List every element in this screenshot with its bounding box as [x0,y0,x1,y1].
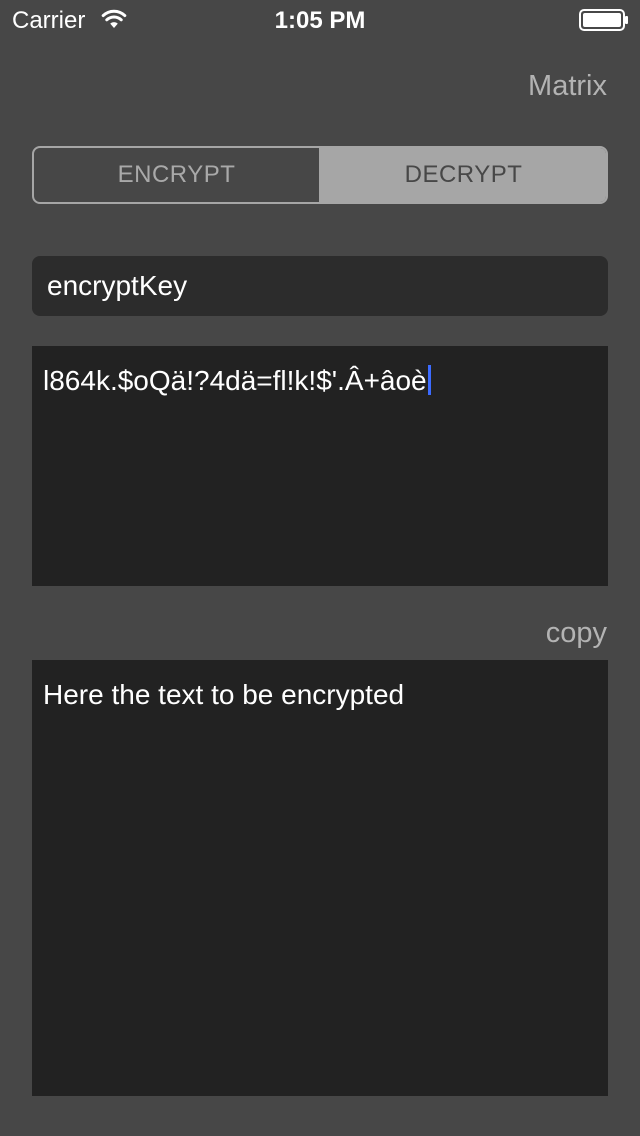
battery-icon [579,9,628,31]
cipher-text-area[interactable]: l864k.$oQä!?4dä=fl!k!$'.Â+âoè [32,346,608,586]
plain-text-area[interactable]: Here the text to be encrypted [32,660,608,1096]
text-cursor [427,365,431,395]
cipher-text-value: l864k.$oQä!?4dä=fl!k!$'.Â+âoè [43,365,427,396]
encrypt-key-value: encryptKey [47,270,188,301]
status-bar: Carrier 1:05 PM [0,0,640,40]
matrix-button[interactable]: Matrix [528,70,607,103]
encrypt-key-field[interactable]: encryptKey [32,256,608,316]
mode-segmented-control: ENCRYPT DECRYPT [32,146,608,204]
encrypt-segment[interactable]: ENCRYPT [34,148,321,202]
decrypt-segment[interactable]: DECRYPT [321,148,606,202]
plain-text-value: Here the text to be encrypted [43,679,405,710]
status-time: 1:05 PM [274,7,366,34]
copy-button[interactable]: copy [546,617,607,650]
